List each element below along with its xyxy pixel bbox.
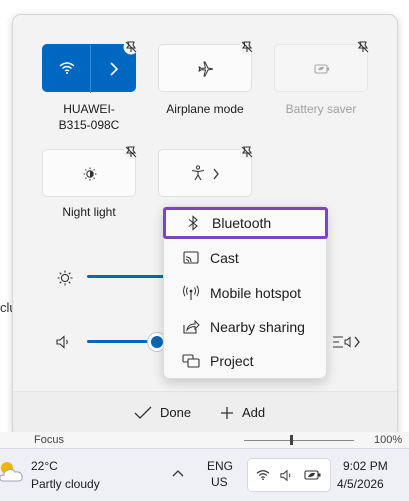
chevron-up-icon[interactable] [172, 469, 184, 477]
plus-icon [221, 406, 233, 419]
unpin-icon[interactable] [355, 39, 371, 55]
clock-time[interactable]: 9:02 PM [343, 459, 388, 473]
night-light-icon [83, 167, 97, 181]
menu-item-mobile-hotspot[interactable]: Mobile hotspot [164, 278, 328, 308]
battery-saver-label: Battery saver [285, 102, 357, 116]
add-label: Add [242, 405, 266, 420]
bluetooth-icon [180, 215, 206, 231]
brightness-slider-track[interactable] [87, 275, 167, 278]
battery-icon [304, 470, 321, 480]
menu-item-label: Project [210, 353, 254, 369]
unpin-icon[interactable] [123, 144, 139, 160]
wifi-tile-label: HUAWEI- B315-098C [29, 101, 149, 133]
taskbar: 22°C Partly cloudy ENG US 9:02 PM 4/5/20… [0, 448, 409, 501]
airplane-icon [198, 61, 214, 77]
battery-saver-icon [314, 64, 330, 74]
nearby-sharing-icon [178, 319, 204, 335]
menu-item-cast[interactable]: Cast [164, 243, 328, 273]
volume-icon [280, 469, 291, 482]
input-language[interactable]: ENG US [207, 459, 233, 489]
night-light-tile[interactable] [42, 144, 139, 197]
unpin-icon[interactable] [239, 39, 255, 55]
menu-item-bluetooth[interactable]: Bluetooth [163, 207, 328, 239]
accessibility-tile[interactable] [158, 144, 255, 197]
wifi-tile-divider [90, 45, 91, 93]
menu-item-label: Nearby sharing [210, 319, 305, 335]
wifi-icon [256, 470, 270, 481]
weather-temperature[interactable]: 22°C [31, 459, 58, 473]
checkmark-icon [134, 406, 152, 419]
menu-item-label: Bluetooth [212, 215, 272, 231]
system-tray-status-button[interactable] [247, 458, 331, 492]
wifi-icon [59, 62, 75, 74]
chevron-right-icon[interactable] [212, 168, 220, 180]
panel-footer: Done Add [13, 392, 397, 437]
chevron-right-icon[interactable] [109, 62, 119, 76]
accessibility-add-menu: Bluetooth Cast Mobile hotspot Nearby sha… [163, 206, 328, 379]
menu-item-label: Cast [210, 250, 239, 266]
zoom-slider-thumb[interactable] [290, 435, 293, 445]
battery-saver-tile[interactable] [274, 39, 371, 92]
wifi-label-line1: HUAWEI- [63, 102, 115, 116]
done-button[interactable]: Done [134, 405, 191, 420]
clock-date[interactable]: 4/5/2026 [337, 477, 384, 491]
language-code: ENG [207, 459, 234, 473]
wifi-tile[interactable] [42, 39, 139, 93]
volume-slider-track[interactable] [87, 340, 157, 343]
menu-item-label: Mobile hotspot [210, 285, 302, 301]
done-label: Done [160, 405, 192, 420]
project-icon [178, 354, 204, 368]
menu-item-nearby-sharing[interactable]: Nearby sharing [164, 312, 328, 342]
accessibility-icon [191, 165, 205, 181]
airplane-mode-label: Airplane mode [166, 102, 244, 116]
keyboard-region: US [211, 475, 228, 489]
zoom-slider[interactable] [244, 440, 354, 441]
zoom-level: 100% [374, 434, 403, 446]
night-light-label: Night light [62, 205, 116, 219]
menu-item-project[interactable]: Project [164, 346, 328, 376]
weather-condition[interactable]: Partly cloudy [31, 477, 100, 491]
add-button[interactable]: Add [220, 405, 265, 420]
airplane-mode-tile[interactable] [158, 39, 255, 92]
focus-label[interactable]: Focus [34, 434, 64, 446]
wifi-label-line2: B315-098C [58, 118, 120, 132]
audio-output-icon[interactable] [331, 333, 361, 351]
volume-icon [56, 335, 68, 349]
cast-icon [178, 251, 204, 265]
weather-partly-cloudy-icon[interactable] [0, 459, 24, 485]
hotspot-icon [178, 285, 204, 301]
unpin-icon[interactable] [123, 39, 139, 55]
brightness-icon [57, 270, 73, 286]
unpin-icon[interactable] [239, 144, 255, 160]
